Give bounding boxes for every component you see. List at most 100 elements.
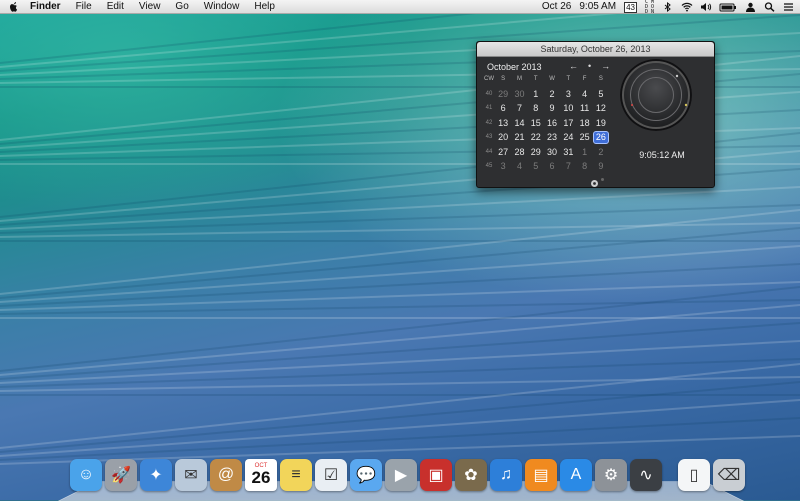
dock-launchpad-rocket-icon[interactable]: 🚀	[105, 459, 137, 491]
menu-app-name[interactable]: Finder	[30, 0, 61, 14]
calendar-day[interactable]: 7	[511, 103, 527, 113]
analog-clock	[620, 59, 692, 131]
search-icon[interactable]	[764, 2, 775, 12]
calendar-day[interactable]: 15	[528, 118, 544, 128]
user-icon[interactable]	[745, 2, 756, 12]
calendar-day[interactable]: 6	[544, 161, 560, 171]
calendar-week-row: 45 3 4 5 6 7 8 9	[483, 159, 609, 174]
menu-go[interactable]: Go	[175, 0, 188, 14]
photo-booth-icon: ▣	[428, 467, 444, 484]
battery-icon[interactable]	[719, 2, 737, 12]
calendar-day-today[interactable]: 26	[592, 130, 610, 144]
calendar-day[interactable]: 14	[511, 118, 527, 128]
wifi-icon[interactable]	[681, 2, 693, 12]
menu-window[interactable]: Window	[204, 0, 240, 14]
calendar-day[interactable]: 21	[511, 132, 527, 142]
wave-streak	[0, 240, 800, 242]
calendar-day[interactable]: 8	[528, 103, 544, 113]
calendar-day[interactable]: 24	[560, 132, 576, 142]
calendar-day[interactable]: 10	[560, 103, 576, 113]
calendar-day[interactable]: 23	[544, 132, 560, 142]
wave-streak	[0, 394, 800, 396]
volume-icon[interactable]	[700, 2, 712, 12]
calendar-day[interactable]: 18	[576, 118, 592, 128]
current-month-button[interactable]: •	[588, 61, 591, 71]
dock-system-preferences-gear-icon[interactable]: ⚙	[595, 459, 627, 491]
command-status-icon[interactable]: C M D O D N	[645, 0, 654, 15]
dock-contacts-contacts-icon[interactable]: @	[210, 459, 242, 491]
prev-month-button[interactable]: ←	[569, 61, 578, 71]
menu-time[interactable]: 9:05 AM	[579, 0, 616, 14]
dock-finder-finder-icon[interactable]: ☺	[70, 459, 102, 491]
dock-facetime-camera-icon[interactable]: ▶	[385, 459, 417, 491]
calendar-day[interactable]: 7	[560, 161, 576, 171]
calendar-day[interactable]: 8	[576, 161, 592, 171]
calendar-day[interactable]: 31	[560, 147, 576, 157]
dock-calendar-calendar-icon[interactable]: OCT 26	[245, 459, 277, 491]
dock-documents-folder-document-icon[interactable]: ▯	[678, 459, 710, 491]
dock-itunes-music-icon[interactable]: ♫	[490, 459, 522, 491]
dock-app-store-app-store-icon[interactable]: A	[560, 459, 592, 491]
calendar-day[interactable]: 11	[576, 103, 592, 113]
calendar-day[interactable]: 5	[528, 161, 544, 171]
dock-messages-messages-icon[interactable]: 💬	[350, 459, 382, 491]
calendar-day[interactable]: 20	[495, 132, 511, 142]
calendar-day[interactable]: 5	[593, 89, 609, 99]
calendar-day[interactable]: 2	[544, 89, 560, 99]
dock-reminders-reminders-icon[interactable]: ☑	[315, 459, 347, 491]
calendar-day[interactable]: 9	[544, 103, 560, 113]
calendar-day[interactable]: 9	[593, 161, 609, 171]
calendar-weekday-header: S	[598, 76, 603, 83]
menu-help[interactable]: Help	[254, 0, 275, 14]
calendar-day[interactable]: 2	[593, 147, 609, 157]
calendar-day[interactable]: 22	[528, 132, 544, 142]
widget-settings-gear-icon[interactable]	[590, 175, 599, 187]
dock-calendar-day-number: 26	[251, 467, 271, 487]
music-icon: ♫	[500, 466, 512, 483]
calendar-day[interactable]: 3	[560, 89, 576, 99]
dock-iphoto-photos-icon[interactable]: ✿	[455, 459, 487, 491]
dock-activity-monitor-monitor-icon[interactable]: ∿	[630, 459, 662, 491]
app-store-icon: A	[570, 466, 582, 483]
calendar-day[interactable]: 4	[576, 89, 592, 99]
list-icon[interactable]	[783, 2, 794, 12]
calendar-day[interactable]: 30	[544, 147, 560, 157]
dock-notes-notes-icon[interactable]: ≡	[280, 459, 312, 491]
calendar-week-row: 41 6 7 8 9 10 11 12	[483, 101, 609, 116]
apple-menu-icon[interactable]	[8, 1, 20, 13]
dock-mail-mail-icon[interactable]: ✉	[175, 459, 207, 491]
calendar-week-row: 44 27 28 29 30 31 1 2	[483, 145, 609, 160]
calendar-day[interactable]: 13	[495, 118, 511, 128]
calendar-day[interactable]: 29	[528, 147, 544, 157]
dock-trash-trash-icon[interactable]: ⌫	[713, 459, 745, 491]
menu-edit[interactable]: Edit	[107, 0, 124, 14]
calendar-day[interactable]: 1	[576, 147, 592, 157]
calendar-day[interactable]: 16	[544, 118, 560, 128]
calendar-day[interactable]: 1	[528, 89, 544, 99]
calendar-day[interactable]: 4	[511, 161, 527, 171]
calendar-day[interactable]: 3	[495, 161, 511, 171]
calendar-week-col-header: CW	[484, 76, 494, 83]
dock-photo-booth-photo-booth-icon[interactable]: ▣	[420, 459, 452, 491]
dock-safari-compass-icon[interactable]: ✦	[140, 459, 172, 491]
menu-file[interactable]: File	[76, 0, 92, 14]
calendar-day[interactable]: 29	[495, 89, 511, 99]
menu-date[interactable]: Oct 26	[542, 0, 571, 14]
camera-icon: ▶	[394, 467, 408, 484]
gear-icon: ⚙	[603, 467, 619, 484]
calendar-day[interactable]: 19	[593, 118, 609, 128]
menu-extras: Oct 26 9:05 AM 43 C M D O D N	[542, 0, 794, 14]
calendar-day[interactable]: 30	[511, 89, 527, 99]
bluetooth-icon[interactable]	[662, 1, 673, 13]
calendar-day[interactable]: 27	[495, 147, 511, 157]
calendar-week-badge[interactable]: 43	[624, 1, 637, 13]
calendar-day[interactable]: 25	[576, 132, 592, 142]
widget-page-indicator[interactable]	[601, 178, 604, 181]
menu-view[interactable]: View	[139, 0, 161, 14]
calendar-day[interactable]: 17	[560, 118, 576, 128]
calendar-day[interactable]: 12	[593, 103, 609, 113]
calendar-day[interactable]: 6	[495, 103, 511, 113]
dock-ibooks-book-icon[interactable]: ▤	[525, 459, 557, 491]
next-month-button[interactable]: →	[601, 61, 610, 71]
calendar-day[interactable]: 28	[511, 147, 527, 157]
